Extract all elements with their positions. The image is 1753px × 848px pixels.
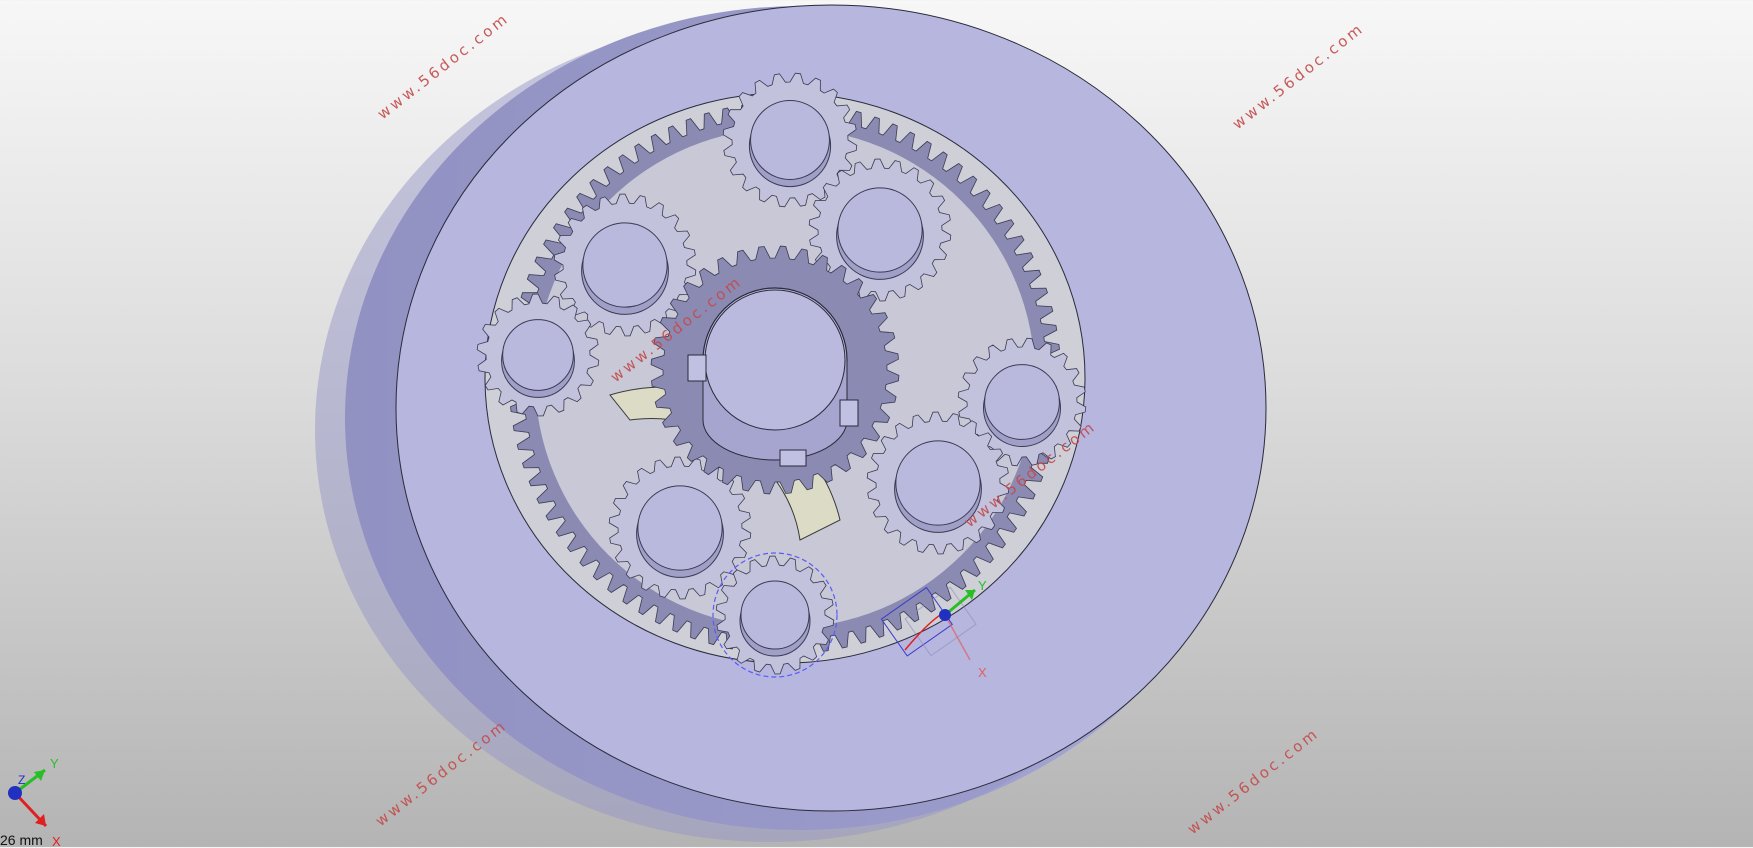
shaft-key-right (839, 399, 859, 427)
sun-gear[interactable] (650, 245, 900, 495)
planet-hub (984, 364, 1060, 440)
local-y-label: Y (978, 578, 987, 593)
planet-hub (502, 319, 574, 391)
triad-z-label: Z (18, 773, 25, 787)
gearbox-model[interactable]: Y X Y Z X (0, 0, 1753, 847)
triad-x-label: X (52, 834, 61, 847)
planet-hub (837, 187, 923, 273)
shaft-key-left (687, 354, 707, 382)
shaft-key-bottom (779, 449, 807, 467)
planet-hub (582, 222, 668, 308)
planet-hub (637, 485, 723, 571)
3d-viewport[interactable]: Y X Y Z X www.56doc.com www.56doc.com ww… (0, 0, 1753, 848)
planet-hub (750, 100, 830, 180)
local-x-label: X (978, 665, 987, 680)
planet-hub (740, 580, 810, 650)
triad-y-label: Y (50, 756, 59, 771)
scale-indicator: 26 mm (0, 832, 43, 848)
